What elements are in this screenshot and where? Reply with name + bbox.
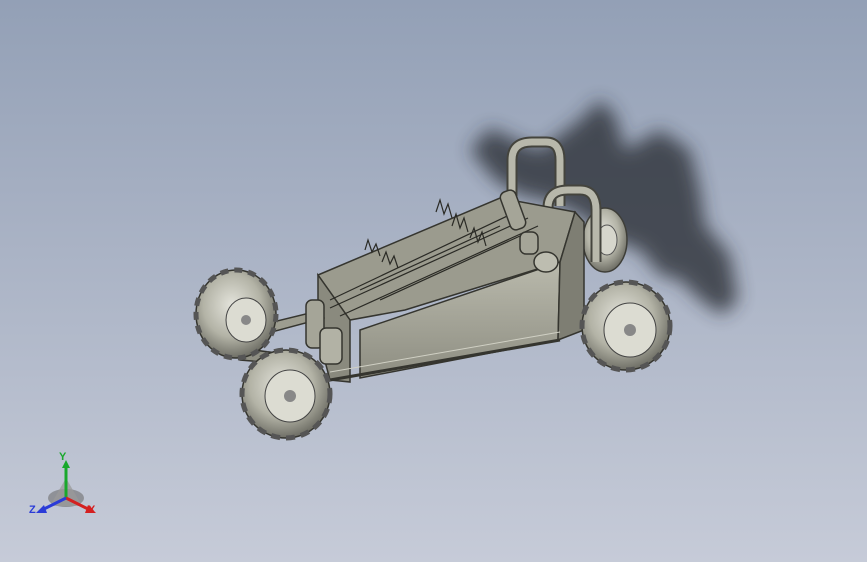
wheel-front-left: [193, 267, 279, 361]
graphics-viewport[interactable]: Y X Z: [0, 0, 867, 562]
wheel-rear-left: [579, 279, 673, 373]
chassis-frame: [316, 197, 585, 383]
wheel-rear-right: [582, 207, 628, 273]
triad-y-label: Y: [59, 451, 67, 463]
view-orientation-triad[interactable]: Y X Z: [26, 448, 106, 524]
cad-model-scene[interactable]: [0, 0, 867, 562]
triad-x-label: X: [88, 504, 96, 516]
wheel-front-right: [239, 347, 333, 441]
triad-z-label: Z: [29, 504, 36, 516]
